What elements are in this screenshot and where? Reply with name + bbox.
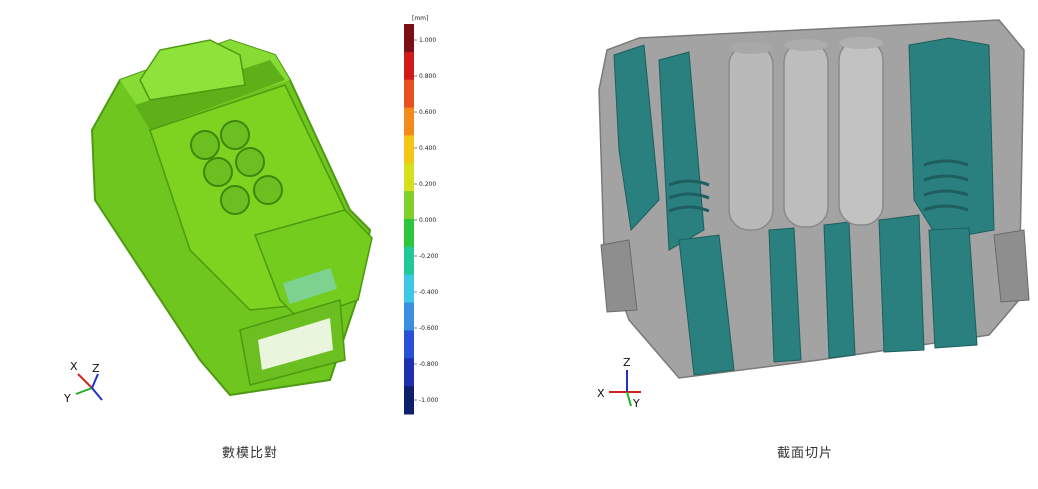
caption-cross-section: 截面切片 (777, 446, 834, 461)
scale-segment (404, 51, 414, 81)
connector-model-green (90, 38, 373, 397)
scale-tick-label: 0.200 (419, 181, 436, 188)
scale-segment (404, 79, 414, 109)
scale-segment (404, 302, 414, 331)
scale-segment (404, 135, 414, 164)
deviation-color-scale: [mm] 1.000 0.800 0.600 0.400 0.200 0.000 -0.20… (404, 15, 439, 415)
axis-triad-right: X Z Y (597, 356, 641, 410)
scale-segment (404, 274, 414, 304)
scale-segment (404, 24, 414, 53)
scale-segment (404, 330, 414, 359)
scale-tick-label: -0.400 (419, 289, 439, 296)
scale-segment (404, 191, 414, 220)
scale-tick-labels: 1.000 0.800 0.600 0.400 0.200 0.000 -0.200 -0.4… (414, 37, 439, 404)
scale-segment (404, 163, 414, 192)
axis-y-label-right: Y (632, 397, 640, 410)
axis-y-label: Y (63, 392, 71, 405)
axis-triad-left: X Y Z (63, 360, 103, 405)
scale-tick-label: 0.400 (419, 145, 436, 152)
scale-segment (404, 358, 414, 387)
axis-z-label: Z (92, 362, 100, 375)
scale-tick-label: 0.800 (419, 73, 436, 80)
connector-cross-section (598, 19, 1030, 379)
scale-segment (404, 219, 414, 248)
scale-segment (404, 386, 414, 415)
scale-segments (404, 24, 414, 415)
deviation-comparison-panel: X Y Z [mm] 1.000 0.800 0.600 0.400 0.200 0.00… (0, 0, 519, 485)
scale-segment (404, 107, 414, 136)
scale-tick-label: -0.800 (419, 361, 439, 368)
axis-x-label-right: X (597, 387, 605, 400)
axis-x-label: X (70, 360, 78, 373)
scale-unit-label: [mm] (412, 15, 428, 22)
scale-tick-label: -0.600 (419, 325, 439, 332)
cross-section-panel: X Z Y 截面切片 (519, 0, 1038, 485)
axis-z-label-right: Z (623, 356, 631, 369)
cross-section-view: X Z Y (597, 19, 1030, 410)
scale-tick-label: 1.000 (419, 37, 436, 44)
scale-tick-label: 0.600 (419, 109, 436, 116)
deviation-comparison-view: X Y Z [mm] 1.000 0.800 0.600 0.400 0.200 0.00… (63, 15, 439, 415)
scale-segment (404, 246, 414, 276)
scale-tick-label: -1.000 (419, 397, 439, 404)
scale-tick-label: -0.200 (419, 253, 439, 260)
scale-tick-label: 0.000 (419, 217, 436, 224)
caption-deviation-comparison: 數模比對 (222, 446, 279, 461)
